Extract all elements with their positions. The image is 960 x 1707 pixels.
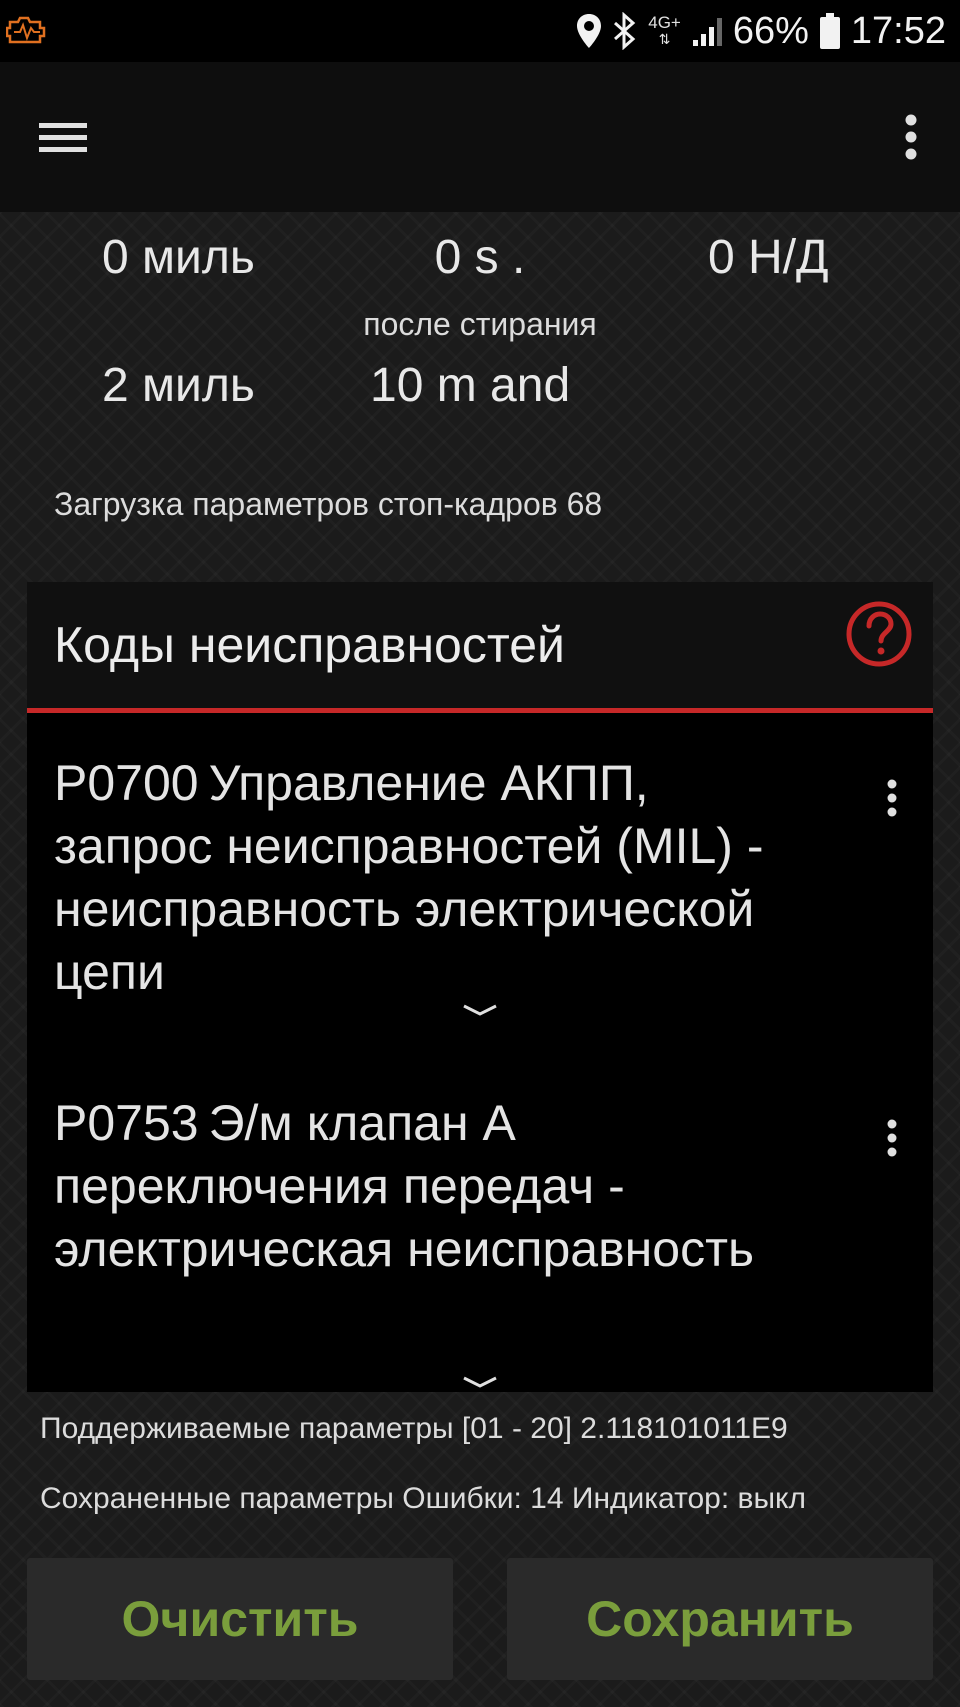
expand-chevron-icon[interactable] [460, 1374, 500, 1390]
dtc-code: P0753 [54, 1095, 199, 1151]
app-bar [0, 62, 960, 212]
clear-button[interactable]: Очистить [27, 1558, 453, 1680]
help-icon[interactable] [845, 600, 913, 673]
dtc-code: P0700 [54, 755, 199, 811]
app-obd-icon [5, 14, 48, 51]
location-icon [576, 13, 602, 49]
overflow-menu-button[interactable] [886, 106, 936, 166]
freeze-frame-status: Загрузка параметров стоп-кадров 68 [54, 486, 603, 522]
more-vert-icon [905, 114, 917, 160]
distance-with-mil: 2 миль [102, 359, 255, 412]
clock: 17:52 [850, 9, 946, 52]
menu-button[interactable] [36, 106, 116, 166]
warmups-value: 0 Н/Д [708, 231, 829, 284]
status-bar: 4G+ ⇅ 66% 17:52 [0, 0, 960, 62]
trouble-codes-card: Коды неисправностей P0700 Управление АКПП… [27, 582, 933, 1392]
save-button[interactable]: Сохранить [507, 1558, 933, 1680]
supported-pids-line: Поддерживаемые параметры [01 - 20] 2.118… [40, 1412, 788, 1445]
trouble-codes-header: Коды неисправностей [27, 582, 933, 713]
battery-icon [819, 12, 841, 50]
network-type: 4G+ [648, 13, 681, 32]
battery-percent: 66% [732, 9, 809, 52]
network-arrows-icon: 4G+ ⇅ [648, 13, 681, 47]
menu-icon [39, 123, 87, 152]
time-since-clear: 0 s . [434, 231, 526, 284]
signal-icon [691, 14, 723, 48]
bluetooth-icon [612, 12, 638, 50]
saved-params-line: Сохраненные параметры Ошибки: 14 Индикат… [40, 1482, 806, 1515]
distance-since-clear: 0 миль [102, 231, 255, 284]
trouble-codes-title: Коды неисправностей [54, 617, 565, 673]
after-clear-label: после стирания [363, 306, 597, 342]
dtc-more-vert-icon[interactable] [877, 1110, 907, 1170]
expand-chevron-icon[interactable] [460, 1002, 500, 1018]
time-with-mil: 10 m and [370, 359, 571, 412]
dtc-more-vert-icon[interactable] [877, 770, 907, 830]
